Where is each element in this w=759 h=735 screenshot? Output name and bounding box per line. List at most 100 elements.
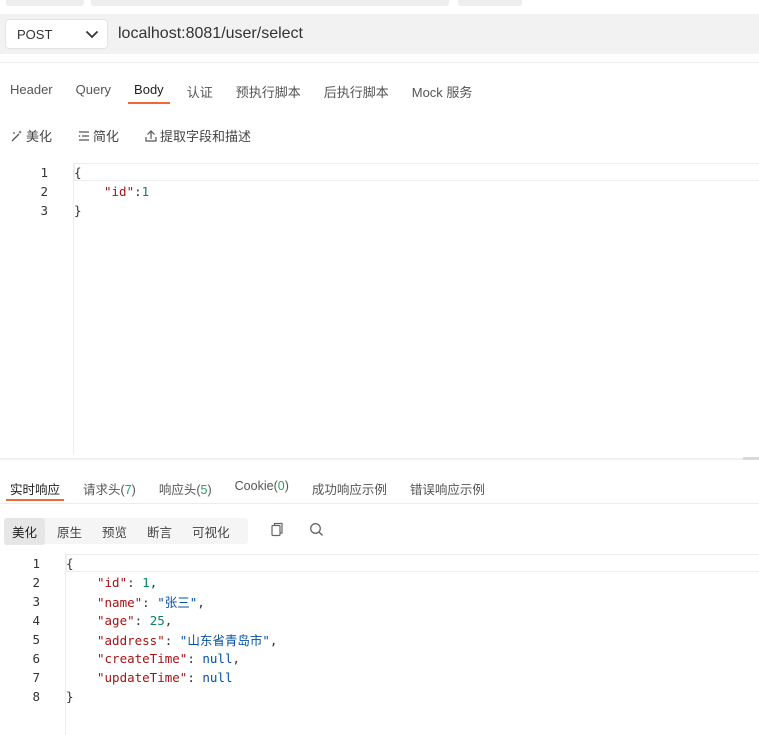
- json-key: "id": [97, 575, 128, 590]
- tab-label: 响应头: [158, 483, 197, 497]
- code-text: }: [66, 689, 74, 704]
- request-tabs: Header Query Body 认证 预执行脚本 后执行脚本 Mock 服务: [10, 82, 495, 104]
- tab-label: 请求头: [83, 483, 121, 497]
- tab-mock[interactable]: Mock 服务: [412, 82, 473, 104]
- top-tab-strip: [0, 0, 759, 8]
- tab-realtime-response[interactable]: 实时响应: [5, 479, 65, 501]
- active-line-highlight: [74, 163, 759, 181]
- line-number: 1: [40, 165, 48, 180]
- url-bar: POST localhost:8081/user/select: [0, 14, 759, 54]
- line-number: 4: [32, 613, 40, 628]
- json-value: "张三": [157, 595, 198, 610]
- simplify-label: 简化: [93, 129, 120, 144]
- line-number: 2: [40, 184, 48, 199]
- beautify-label: 美化: [26, 129, 53, 144]
- line-number: 7: [32, 670, 40, 685]
- divider: [0, 62, 759, 63]
- tab-ghost[interactable]: [91, 0, 449, 6]
- tab-body[interactable]: Body: [128, 82, 170, 104]
- code-text: "name": "张三",: [97, 595, 205, 610]
- tab-query[interactable]: Query: [76, 82, 111, 104]
- json-key: "age": [97, 613, 135, 628]
- active-line-highlight: [66, 554, 759, 572]
- json-value: 1: [142, 575, 150, 590]
- code-text: "id": 1,: [97, 575, 158, 590]
- json-key: "name": [97, 595, 143, 610]
- json-key: "id": [104, 184, 135, 199]
- code-text: "updateTime": null: [97, 670, 233, 685]
- json-key: "address": [97, 633, 165, 648]
- simplify-button[interactable]: 简化: [77, 126, 119, 145]
- json-key: "createTime": [97, 651, 188, 666]
- code-text: {: [66, 556, 74, 571]
- code-line: 3 }: [0, 201, 81, 220]
- code-line: 8 }: [0, 687, 73, 706]
- tab-ghost[interactable]: [6, 0, 84, 6]
- tab-label: Cookie: [234, 479, 274, 493]
- code-line: 7 "updateTime": null: [0, 668, 232, 687]
- code-text: "address": "山东省青岛市",: [97, 633, 278, 648]
- tab-response-headers[interactable]: 响应头(5): [159, 479, 212, 498]
- method-label: POST: [17, 26, 53, 42]
- tab-cookie[interactable]: Cookie(0): [235, 479, 289, 498]
- body-toolbar: 美化 简化 提取字段和描述: [10, 126, 276, 145]
- divider: [0, 503, 759, 504]
- code-text: "id":1: [104, 184, 149, 199]
- extract-fields-button[interactable]: 提取字段和描述: [144, 126, 251, 145]
- code-line: 1 {: [0, 163, 81, 182]
- count-badge: 5: [200, 483, 208, 497]
- extract-fields-label: 提取字段和描述: [160, 129, 252, 144]
- url-input[interactable]: localhost:8081/user/select: [118, 25, 303, 43]
- code-line: 2 "id":1: [0, 182, 149, 201]
- magic-wand-icon: [10, 129, 24, 143]
- code-line: 6 "createTime": null,: [0, 649, 240, 668]
- view-beautify-button[interactable]: 美化: [4, 517, 46, 545]
- json-value: "山东省青岛市": [179, 633, 270, 648]
- line-number: 2: [32, 575, 40, 590]
- tab-pre-script[interactable]: 预执行脚本: [236, 82, 301, 104]
- beautify-button[interactable]: 美化: [10, 126, 52, 145]
- code-text: "age": 25,: [97, 613, 173, 628]
- line-number: 3: [40, 203, 48, 218]
- json-value: 1: [141, 184, 150, 199]
- line-number: 6: [32, 651, 40, 666]
- search-icon[interactable]: [309, 522, 324, 537]
- response-body-viewer[interactable]: 1 { 2 "id": 1, 3 "name": "张三", 4 "age": …: [0, 552, 759, 735]
- copy-icon[interactable]: [270, 522, 284, 537]
- upload-icon: [144, 129, 158, 143]
- view-preview-button[interactable]: 预览: [94, 518, 135, 545]
- view-raw-button[interactable]: 原生: [49, 518, 90, 545]
- chevron-down-icon: [85, 30, 99, 39]
- panel-resizer[interactable]: [0, 457, 759, 460]
- json-key: "updateTime": [97, 670, 188, 685]
- list-icon: [77, 129, 91, 143]
- code-line: 3 "name": "张三",: [0, 592, 204, 611]
- code-text: "createTime": null,: [97, 651, 241, 666]
- request-body-editor[interactable]: 1 { 2 "id":1 3 }: [0, 163, 759, 455]
- tab-request-headers[interactable]: 请求头(7): [83, 479, 136, 498]
- code-line: 5 "address": "山东省青岛市",: [0, 630, 277, 649]
- tab-success-example[interactable]: 成功响应示例: [312, 479, 387, 498]
- json-colon: :: [134, 184, 142, 199]
- view-assert-button[interactable]: 断言: [139, 518, 180, 545]
- tab-header[interactable]: Header: [10, 82, 53, 104]
- line-gutter: [65, 552, 66, 735]
- tab-ghost[interactable]: [458, 0, 522, 6]
- code-line: 2 "id": 1,: [0, 573, 157, 592]
- tab-error-example[interactable]: 错误响应示例: [410, 479, 485, 498]
- view-tools: [270, 522, 349, 537]
- tab-post-script[interactable]: 后执行脚本: [324, 82, 389, 104]
- resize-grip[interactable]: [743, 457, 759, 460]
- tab-auth[interactable]: 认证: [187, 82, 213, 104]
- count-badge: 0: [277, 479, 285, 493]
- method-select[interactable]: POST: [5, 19, 108, 49]
- json-value: 25: [149, 613, 165, 628]
- json-value: null: [202, 670, 233, 685]
- line-number: 1: [32, 556, 40, 571]
- json-value: null: [202, 651, 233, 666]
- code-line: 1 {: [0, 554, 73, 573]
- view-mode-group: 美化 原生 预览 断言 可视化: [4, 517, 248, 545]
- view-visualize-button[interactable]: 可视化: [184, 518, 238, 545]
- line-number: 8: [32, 689, 40, 704]
- code-text: {: [74, 165, 82, 180]
